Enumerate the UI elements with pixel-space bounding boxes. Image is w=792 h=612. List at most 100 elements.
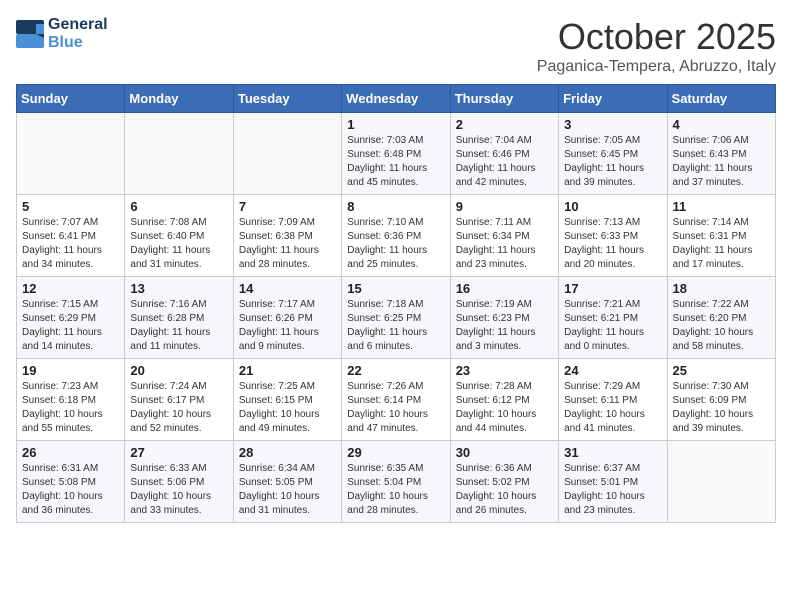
day-info: Sunrise: 7:10 AM Sunset: 6:36 PM Dayligh… [347, 216, 444, 272]
day-info: Sunrise: 7:25 AM Sunset: 6:15 PM Dayligh… [239, 380, 336, 436]
logo-icon [16, 20, 44, 48]
calendar-cell: 6Sunrise: 7:08 AM Sunset: 6:40 PM Daylig… [125, 195, 233, 277]
calendar-cell: 16 Sunrise: 7:19 AM Sunset: 6:23 PM Dayli… [450, 277, 558, 359]
day-number: 21 [239, 363, 336, 378]
calendar-cell: 5Sunrise: 7:07 AM Sunset: 6:41 PM Daylig… [17, 195, 125, 277]
subtitle: Paganica-Tempera, Abruzzo, Italy [537, 58, 776, 76]
calendar-week: 12 Sunrise: 7:15 AM Sunset: 6:29 PM Dayli… [17, 277, 776, 359]
day-number: 13 [130, 281, 227, 296]
weekday-header: Thursday [450, 85, 558, 113]
month-title: October 2025 [537, 16, 776, 58]
calendar-cell: 8 Sunrise: 7:10 AM Sunset: 6:36 PM Daylig… [342, 195, 450, 277]
calendar-cell [125, 113, 233, 195]
calendar-cell [233, 113, 341, 195]
day-number: 1 [347, 117, 444, 132]
day-info: Sunrise: 7:16 AM Sunset: 6:28 PM Dayligh… [130, 298, 227, 354]
day-number: 20 [130, 363, 227, 378]
day-number: 18 [673, 281, 770, 296]
day-number: 4 [673, 117, 770, 132]
logo-text: General Blue [48, 16, 108, 52]
day-number: 15 [347, 281, 444, 296]
day-number: 31 [564, 445, 661, 460]
calendar-cell: 26Sunrise: 6:31 AM Sunset: 5:08 PM Dayli… [17, 441, 125, 523]
day-info: Sunrise: 7:26 AM Sunset: 6:14 PM Dayligh… [347, 380, 444, 436]
day-number: 28 [239, 445, 336, 460]
day-info: Sunrise: 7:23 AM Sunset: 6:18 PM Dayligh… [22, 380, 119, 436]
day-info: Sunrise: 7:19 AM Sunset: 6:23 PM Dayligh… [456, 298, 553, 354]
day-number: 19 [22, 363, 119, 378]
day-info: Sunrise: 7:15 AM Sunset: 6:29 PM Dayligh… [22, 298, 119, 354]
day-info: Sunrise: 7:04 AM Sunset: 6:46 PM Dayligh… [456, 134, 553, 190]
calendar-week: 5Sunrise: 7:07 AM Sunset: 6:41 PM Daylig… [17, 195, 776, 277]
calendar-cell: 19 Sunrise: 7:23 AM Sunset: 6:18 PM Dayli… [17, 359, 125, 441]
calendar-week: 19 Sunrise: 7:23 AM Sunset: 6:18 PM Dayli… [17, 359, 776, 441]
calendar-cell: 18 Sunrise: 7:22 AM Sunset: 6:20 PM Dayli… [667, 277, 775, 359]
day-number: 8 [347, 199, 444, 214]
day-number: 6 [130, 199, 227, 214]
day-number: 5 [22, 199, 119, 214]
calendar-cell: 12 Sunrise: 7:15 AM Sunset: 6:29 PM Dayli… [17, 277, 125, 359]
calendar-cell: 11 Sunrise: 7:14 AM Sunset: 6:31 PM Dayli… [667, 195, 775, 277]
day-number: 25 [673, 363, 770, 378]
day-info: Sunrise: 7:03 AM Sunset: 6:48 PM Dayligh… [347, 134, 444, 190]
day-info: Sunrise: 6:37 AM Sunset: 5:01 PM Dayligh… [564, 462, 661, 518]
calendar-cell: 17 Sunrise: 7:21 AM Sunset: 6:21 PM Dayli… [559, 277, 667, 359]
day-info: Sunrise: 7:13 AM Sunset: 6:33 PM Dayligh… [564, 216, 661, 272]
day-number: 29 [347, 445, 444, 460]
calendar-cell: 27Sunrise: 6:33 AM Sunset: 5:06 PM Dayli… [125, 441, 233, 523]
day-info: Sunrise: 7:11 AM Sunset: 6:34 PM Dayligh… [456, 216, 553, 272]
day-number: 23 [456, 363, 553, 378]
title-block: October 2025 Paganica-Tempera, Abruzzo, … [537, 16, 776, 76]
calendar-cell: 3 Sunrise: 7:05 AM Sunset: 6:45 PM Daylig… [559, 113, 667, 195]
calendar-cell [667, 441, 775, 523]
calendar-cell: 7 Sunrise: 7:09 AM Sunset: 6:38 PM Daylig… [233, 195, 341, 277]
day-info: Sunrise: 6:35 AM Sunset: 5:04 PM Dayligh… [347, 462, 444, 518]
calendar-cell [17, 113, 125, 195]
calendar-cell: 22 Sunrise: 7:26 AM Sunset: 6:14 PM Dayli… [342, 359, 450, 441]
calendar-cell: 25 Sunrise: 7:30 AM Sunset: 6:09 PM Dayli… [667, 359, 775, 441]
logo: General Blue [16, 16, 108, 52]
day-info: Sunrise: 7:30 AM Sunset: 6:09 PM Dayligh… [673, 380, 770, 436]
calendar-cell: 31 Sunrise: 6:37 AM Sunset: 5:01 PM Dayli… [559, 441, 667, 523]
calendar-cell: 20Sunrise: 7:24 AM Sunset: 6:17 PM Dayli… [125, 359, 233, 441]
day-info: Sunrise: 7:06 AM Sunset: 6:43 PM Dayligh… [673, 134, 770, 190]
calendar-week: 26Sunrise: 6:31 AM Sunset: 5:08 PM Dayli… [17, 441, 776, 523]
day-info: Sunrise: 7:09 AM Sunset: 6:38 PM Dayligh… [239, 216, 336, 272]
weekday-header: Wednesday [342, 85, 450, 113]
day-info: Sunrise: 7:21 AM Sunset: 6:21 PM Dayligh… [564, 298, 661, 354]
day-number: 2 [456, 117, 553, 132]
day-info: Sunrise: 6:36 AM Sunset: 5:02 PM Dayligh… [456, 462, 553, 518]
calendar-cell: 30 Sunrise: 6:36 AM Sunset: 5:02 PM Dayli… [450, 441, 558, 523]
day-number: 30 [456, 445, 553, 460]
calendar-week: 1 Sunrise: 7:03 AM Sunset: 6:48 PM Daylig… [17, 113, 776, 195]
calendar-cell: 28Sunrise: 6:34 AM Sunset: 5:05 PM Dayli… [233, 441, 341, 523]
day-number: 22 [347, 363, 444, 378]
day-info: Sunrise: 7:18 AM Sunset: 6:25 PM Dayligh… [347, 298, 444, 354]
calendar-cell: 10 Sunrise: 7:13 AM Sunset: 6:33 PM Dayli… [559, 195, 667, 277]
calendar-cell: 4 Sunrise: 7:06 AM Sunset: 6:43 PM Daylig… [667, 113, 775, 195]
calendar-body: 1 Sunrise: 7:03 AM Sunset: 6:48 PM Daylig… [17, 113, 776, 523]
day-info: Sunrise: 7:17 AM Sunset: 6:26 PM Dayligh… [239, 298, 336, 354]
day-number: 9 [456, 199, 553, 214]
day-number: 12 [22, 281, 119, 296]
calendar-cell: 23 Sunrise: 7:28 AM Sunset: 6:12 PM Dayli… [450, 359, 558, 441]
day-number: 24 [564, 363, 661, 378]
day-number: 14 [239, 281, 336, 296]
day-info: Sunrise: 7:05 AM Sunset: 6:45 PM Dayligh… [564, 134, 661, 190]
day-info: Sunrise: 6:31 AM Sunset: 5:08 PM Dayligh… [22, 462, 119, 518]
calendar-cell: 14 Sunrise: 7:17 AM Sunset: 6:26 PM Dayli… [233, 277, 341, 359]
calendar-cell: 29 Sunrise: 6:35 AM Sunset: 5:04 PM Dayli… [342, 441, 450, 523]
day-number: 7 [239, 199, 336, 214]
day-number: 16 [456, 281, 553, 296]
day-info: Sunrise: 7:29 AM Sunset: 6:11 PM Dayligh… [564, 380, 661, 436]
day-info: Sunrise: 7:28 AM Sunset: 6:12 PM Dayligh… [456, 380, 553, 436]
day-info: Sunrise: 7:22 AM Sunset: 6:20 PM Dayligh… [673, 298, 770, 354]
calendar-table: SundayMondayTuesdayWednesdayThursdayFrid… [16, 84, 776, 523]
day-number: 17 [564, 281, 661, 296]
day-number: 11 [673, 199, 770, 214]
day-info: Sunrise: 7:14 AM Sunset: 6:31 PM Dayligh… [673, 216, 770, 272]
calendar-cell: 13 Sunrise: 7:16 AM Sunset: 6:28 PM Dayli… [125, 277, 233, 359]
day-number: 10 [564, 199, 661, 214]
calendar-header: SundayMondayTuesdayWednesdayThursdayFrid… [17, 85, 776, 113]
day-number: 3 [564, 117, 661, 132]
